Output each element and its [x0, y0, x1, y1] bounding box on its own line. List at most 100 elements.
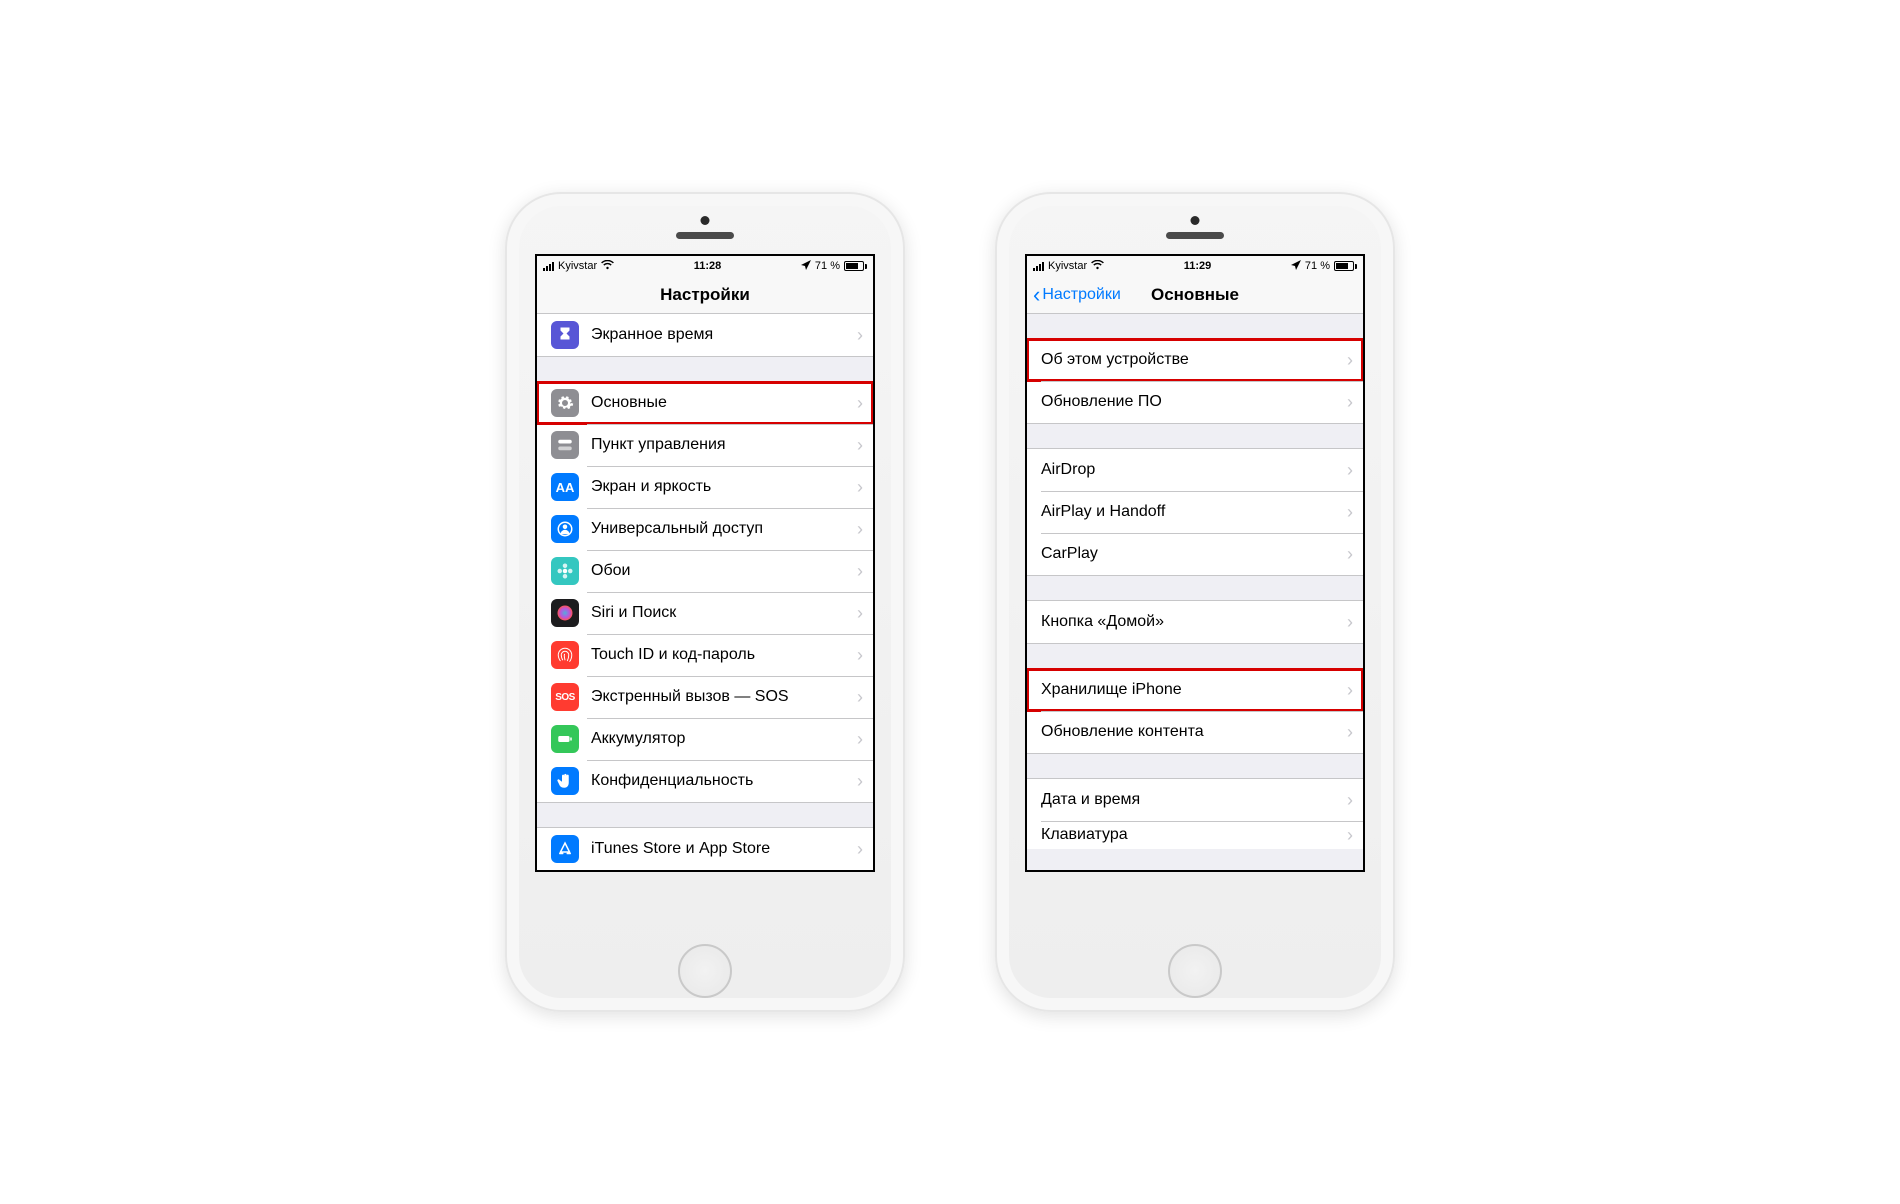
nav-back-button[interactable]: ‹ Настройки [1033, 276, 1121, 313]
hourglass-icon [551, 321, 579, 349]
row-label: Пункт управления [591, 436, 857, 454]
list-row[interactable]: Универсальный доступ› [537, 508, 873, 550]
chevron-right-icon: › [857, 603, 873, 624]
cellular-signal-icon [543, 262, 554, 271]
nav-bar: ‹ Настройки Основные [1027, 276, 1363, 314]
list-row[interactable]: CarPlay› [1027, 533, 1363, 575]
chevron-right-icon: › [1347, 825, 1363, 846]
list-row[interactable]: AirDrop› [1027, 449, 1363, 491]
list-row[interactable]: Siri и Поиск› [537, 592, 873, 634]
row-label: iTunes Store и App Store [591, 840, 857, 858]
speaker-grill [676, 232, 734, 239]
chevron-right-icon: › [1347, 350, 1363, 371]
row-label: Экранное время [591, 326, 857, 344]
flower-icon [551, 557, 579, 585]
list-row[interactable]: Дата и время› [1027, 779, 1363, 821]
list-row[interactable]: Обои› [537, 550, 873, 592]
row-label: Siri и Поиск [591, 604, 857, 622]
chevron-right-icon: › [857, 393, 873, 414]
row-label: Экстренный вызов — SOS [591, 688, 857, 706]
screen-left: Kyivstar 11:28 71 % Настройки Экранное в… [535, 254, 875, 872]
home-button[interactable] [678, 944, 732, 998]
list-row[interactable]: AirPlay и Handoff› [1027, 491, 1363, 533]
list-group: Экранное время› [537, 314, 873, 357]
battery-icon [1334, 261, 1357, 271]
battery-icon [844, 261, 867, 271]
row-label: Об этом устройстве [1041, 351, 1347, 369]
hand-icon [551, 767, 579, 795]
chevron-right-icon: › [857, 771, 873, 792]
list-row[interactable]: Об этом устройстве› [1027, 339, 1363, 381]
list-row[interactable]: Кнопка «Домой»› [1027, 601, 1363, 643]
list-row[interactable]: AAЭкран и яркость› [537, 466, 873, 508]
row-label: CarPlay [1041, 545, 1347, 563]
row-label: Экран и яркость [591, 478, 857, 496]
person-icon [551, 515, 579, 543]
location-icon [1291, 260, 1301, 273]
row-label: Обои [591, 562, 857, 580]
siri-icon [551, 599, 579, 627]
list-row[interactable]: SOS Экстренный вызов — SOS› [537, 676, 873, 718]
fingerprint-icon [551, 641, 579, 669]
list-row[interactable]: Хранилище iPhone› [1027, 669, 1363, 711]
chevron-right-icon: › [857, 519, 873, 540]
chevron-left-icon: ‹ [1033, 284, 1040, 306]
list-row[interactable]: iTunes Store и App Store› [537, 828, 873, 870]
chevron-right-icon: › [857, 561, 873, 582]
row-label: Обновление ПО [1041, 393, 1347, 411]
list-row[interactable]: Конфиденциальность› [537, 760, 873, 802]
chevron-right-icon: › [1347, 680, 1363, 701]
row-label: Touch ID и код-пароль [591, 646, 857, 664]
list-group: Кнопка «Домой»› [1027, 600, 1363, 644]
list-row[interactable]: Аккумулятор› [537, 718, 873, 760]
front-camera [701, 216, 710, 225]
front-camera [1191, 216, 1200, 225]
SOS-icon: SOS [551, 683, 579, 711]
list-row[interactable]: Touch ID и код-пароль› [537, 634, 873, 676]
home-button[interactable] [1168, 944, 1222, 998]
row-label: Конфиденциальность [591, 772, 857, 790]
list-group: Хранилище iPhone›Обновление контента› [1027, 668, 1363, 754]
row-label: Кнопка «Домой» [1041, 613, 1347, 631]
status-bar: Kyivstar 11:29 71 % [1027, 256, 1363, 276]
row-label: Аккумулятор [591, 730, 857, 748]
phone-device-left: Kyivstar 11:28 71 % Настройки Экранное в… [505, 192, 905, 1012]
list-row[interactable]: Пункт управления› [537, 424, 873, 466]
list-row[interactable]: Клавиатура› [1027, 821, 1363, 849]
status-time: 11:29 [1184, 260, 1212, 272]
battery-percent: 71 % [815, 260, 840, 272]
chevron-right-icon: › [1347, 460, 1363, 481]
chevron-right-icon: › [857, 325, 873, 346]
list-row[interactable]: Экранное время› [537, 314, 873, 356]
list-group: Основные›Пункт управления›AAЭкран и ярко… [537, 381, 873, 803]
location-icon [801, 260, 811, 273]
chevron-right-icon: › [1347, 502, 1363, 523]
nav-title: Основные [1151, 285, 1239, 305]
appstore-icon [551, 835, 579, 863]
chevron-right-icon: › [857, 687, 873, 708]
row-label: Хранилище iPhone [1041, 681, 1347, 699]
chevron-right-icon: › [1347, 612, 1363, 633]
status-time: 11:28 [694, 260, 722, 272]
row-label: Дата и время [1041, 791, 1347, 809]
list-row[interactable]: Обновление контента› [1027, 711, 1363, 753]
switches-icon [551, 431, 579, 459]
battery-percent: 71 % [1305, 260, 1330, 272]
nav-title: Настройки [660, 285, 750, 305]
list-row[interactable]: Основные› [537, 382, 873, 424]
list-group: AirDrop›AirPlay и Handoff›CarPlay› [1027, 448, 1363, 576]
status-bar: Kyivstar 11:28 71 % [537, 256, 873, 276]
battery-icon [551, 725, 579, 753]
carrier-label: Kyivstar [1048, 260, 1087, 272]
general-list[interactable]: Об этом устройстве›Обновление ПО›AirDrop… [1027, 314, 1363, 870]
settings-list[interactable]: Экранное время›Основные›Пункт управления… [537, 314, 873, 870]
nav-bar: Настройки [537, 276, 873, 314]
chevron-right-icon: › [1347, 790, 1363, 811]
list-row[interactable]: Обновление ПО› [1027, 381, 1363, 423]
chevron-right-icon: › [857, 729, 873, 750]
row-label: AirDrop [1041, 461, 1347, 479]
row-label: AirPlay и Handoff [1041, 503, 1347, 521]
row-label: Клавиатура [1041, 826, 1347, 844]
list-group: Об этом устройстве›Обновление ПО› [1027, 338, 1363, 424]
AA-icon: AA [551, 473, 579, 501]
